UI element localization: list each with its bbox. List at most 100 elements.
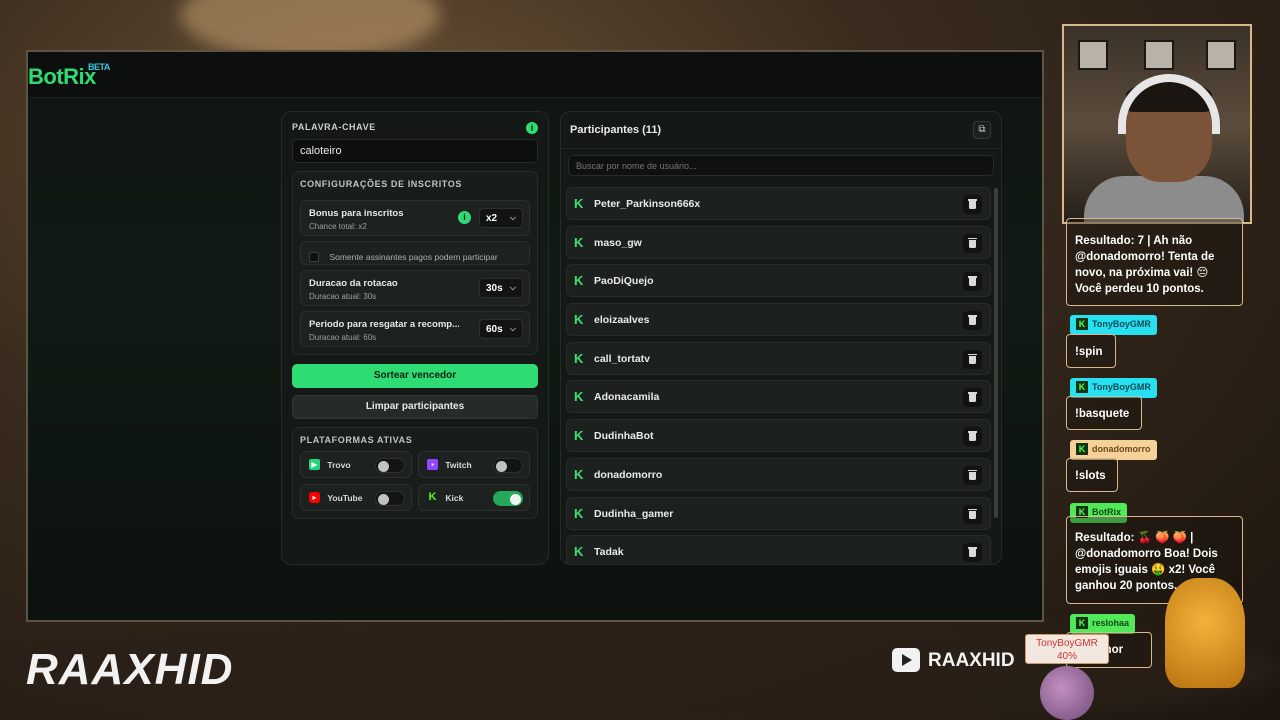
paid-only-checkbox[interactable] [309, 251, 319, 262]
youtube-toggle[interactable] [375, 491, 405, 506]
kick-icon: K [574, 544, 584, 560]
participants-list: K Peter_Parkinson666x Kmaso_gw K PaoDiQuejo K… [566, 187, 991, 564]
platforms-grid: ▶ Trovo ▪ Twitch ▸ YouTube K Kick [300, 451, 530, 511]
platforms-title: PLATAFORMAS ATIVAS [300, 435, 413, 445]
platform-label: Kick [445, 492, 464, 503]
kick-icon: K [1076, 443, 1088, 455]
bonus-title: Bonus para inscritos [309, 208, 404, 219]
trash-icon[interactable] [963, 543, 982, 563]
participant-row: Keloizaalves [566, 303, 991, 337]
webcam-feed [1062, 24, 1252, 224]
botrix-logo[interactable]: BotRix BETA [28, 62, 110, 90]
trash-icon[interactable] [963, 427, 982, 447]
trash-icon[interactable] [963, 195, 982, 214]
participant-row: Kcall_tortatv [566, 341, 991, 375]
kick-icon: K [1076, 381, 1088, 393]
chat-message-text: !basquete [1075, 408, 1130, 420]
info-icon[interactable]: i [458, 211, 471, 224]
trovo-icon: ▶ [309, 459, 320, 471]
kick-icon: K [574, 350, 584, 366]
participant-row: Kdonadomorro [566, 457, 991, 491]
kick-icon: K [428, 491, 437, 504]
participant-search-input[interactable] [568, 155, 994, 176]
chat-message-text: Resultado: 7 | Ah não @donadomorro! Tent… [1075, 235, 1215, 295]
chat-message-text: !spin [1075, 346, 1103, 358]
participant-row: K Dudinha_gamer [566, 496, 991, 530]
chat-username: donadomorro [1092, 444, 1151, 454]
subscriber-settings-title: CONFIGURAÇÕES DE INSCRITOS [300, 179, 462, 189]
wall-frame [1078, 40, 1108, 70]
rotation-duration-row: Duracao da rotacao Duracao atual: 30s 30… [300, 270, 530, 306]
claim-period-row: Periodo para resgatar a recomp... Duraca… [300, 311, 530, 347]
trovo-toggle[interactable] [375, 458, 405, 473]
participant-name: call_tortatv [594, 352, 651, 365]
chat-username: TonyBoyGMR [1092, 319, 1151, 329]
trash-icon[interactable] [963, 349, 982, 369]
kick-toggle[interactable] [493, 491, 523, 506]
chat-message: !spin [1066, 334, 1116, 368]
participant-row: Kmaso_gw [566, 225, 991, 259]
participants-panel: Participantes (11) ⧉ K Peter_Parkinson666… [560, 111, 1002, 565]
draw-winner-button[interactable]: Sortear vencedor [292, 364, 538, 388]
platform-twitch: ▪ Twitch [418, 451, 530, 478]
claim-title: Periodo para resgatar a recomp... [309, 319, 459, 330]
bonus-select-value: x2 [486, 213, 498, 224]
paid-only-row[interactable]: Somente assinantes pagos podem participa… [300, 241, 530, 265]
chevron-down-icon: ⌵ [509, 283, 516, 292]
trash-icon[interactable] [963, 465, 982, 485]
trash-icon[interactable] [963, 272, 982, 292]
participant-row: K DudinhaBot [566, 419, 991, 453]
youtube-icon [892, 648, 920, 672]
trash-icon[interactable] [963, 311, 982, 331]
chat-message: !slots [1066, 458, 1118, 492]
participants-scrollbar[interactable] [994, 188, 998, 518]
wall-frame [1144, 40, 1174, 70]
platform-youtube: ▸ YouTube [300, 484, 412, 511]
raaxhid-logo: RAAXHID [26, 645, 234, 694]
trash-icon[interactable] [963, 233, 982, 253]
leaderboard-percent: 40% [1056, 651, 1077, 662]
claim-select-value: 60s [486, 324, 503, 335]
logo-text: BotRix [28, 64, 96, 89]
copy-icon[interactable]: ⧉ [973, 121, 991, 139]
participant-name: PaoDiQuejo [594, 275, 654, 288]
basketball-icon [1040, 666, 1094, 720]
keyword-input[interactable] [292, 139, 538, 163]
twitch-icon: ▪ [427, 459, 438, 471]
clear-participants-button[interactable]: Limpar participantes [292, 395, 538, 419]
bonus-select[interactable]: x2 ⌵ [479, 208, 523, 228]
app-header: BotRix BETA [28, 52, 1042, 98]
kick-icon: K [574, 505, 584, 521]
trash-icon[interactable] [963, 388, 982, 408]
kick-icon: K [574, 428, 584, 444]
kick-icon: K [574, 196, 584, 211]
headphones-icon [1118, 74, 1220, 134]
participants-title: Participantes (11) [570, 124, 662, 136]
chat-user-tag: Kreslohaa [1070, 614, 1136, 634]
honeycomb-decoration [1165, 578, 1245, 688]
leaderboard-name: TonyBoyGMR [1036, 638, 1098, 649]
participant-name: eloizaalves [594, 314, 650, 327]
chat-username: reslohaa [1092, 618, 1130, 628]
paid-only-label: Somente assinantes pagos podem participa… [329, 251, 498, 262]
chat-user-tag: Kdonadomorro [1070, 440, 1157, 460]
subscriber-settings-group: CONFIGURAÇÕES DE INSCRITOS Bonus para in… [292, 171, 538, 355]
kick-icon: K [574, 234, 584, 250]
rotation-select[interactable]: 30s ⌵ [479, 278, 523, 298]
chat-message: Resultado: 7 | Ah não @donadomorro! Tent… [1066, 218, 1243, 306]
info-icon[interactable]: i [526, 122, 538, 134]
claim-select[interactable]: 60s ⌵ [479, 319, 523, 339]
participant-row: K Peter_Parkinson666x [566, 187, 991, 220]
botrix-app-window: BotRix BETA PALAVRA-CHAVE i CONFIGURAÇÕE… [26, 50, 1044, 622]
twitch-toggle[interactable] [493, 458, 523, 473]
platform-kick: K Kick [418, 484, 530, 511]
trash-icon[interactable] [963, 504, 982, 524]
wall-frame [1206, 40, 1236, 70]
chat-message: !basquete [1066, 396, 1142, 430]
chat-username: TonyBoyGMR [1092, 382, 1151, 392]
chevron-down-icon: ⌵ [509, 324, 516, 333]
participant-row: K Adonacamila [566, 380, 991, 414]
youtube-icon: ▸ [309, 492, 320, 504]
participant-name: maso_gw [594, 236, 642, 249]
platforms-group: PLATAFORMAS ATIVAS ▶ Trovo ▪ Twitch ▸ Yo… [292, 427, 538, 519]
